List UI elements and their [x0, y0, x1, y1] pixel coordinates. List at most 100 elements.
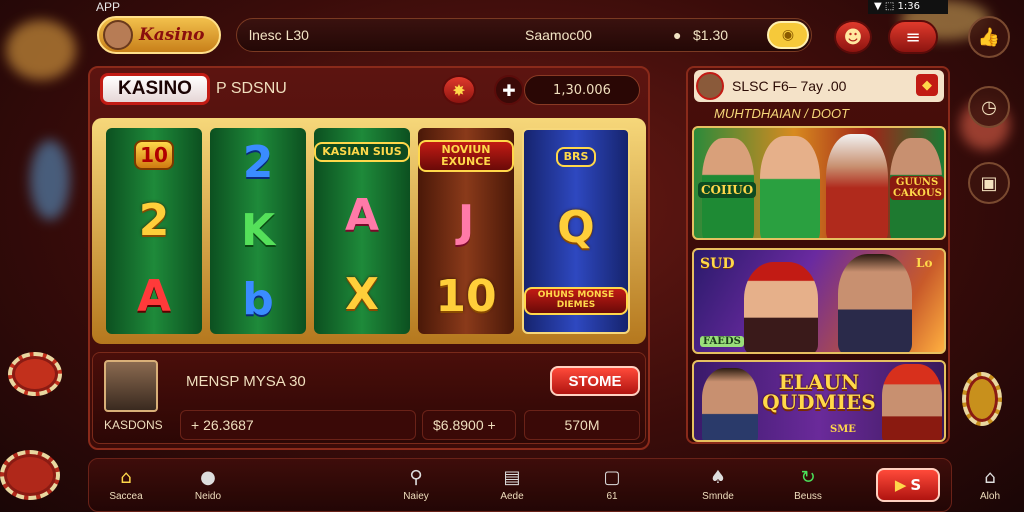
stome-button[interactable]: STOME [550, 366, 640, 396]
balance-display: 1,30.006 [524, 75, 640, 105]
topbar-left-text: lnesc L30 [249, 27, 309, 43]
brand-logo[interactable]: Kasino [97, 16, 221, 54]
card-title: ELAUN QUDMIES [762, 370, 876, 414]
value-field-right[interactable]: 570M [524, 410, 640, 440]
nav-item-aede[interactable]: ▤ Aede [482, 466, 542, 503]
user-icon[interactable]: ☻ [834, 20, 872, 54]
menu-icon[interactable]: ≡ [888, 20, 938, 54]
search-icon: ⚲ [409, 466, 423, 488]
reel-4: NOVIUN EXUNCE J 10 [418, 128, 514, 334]
status-indicators: ▼ ⬚ 1:36 [868, 0, 948, 14]
reel-5: BRS Q OHUNS MONSE DIEMES [522, 128, 630, 334]
play-button[interactable]: ▶ S [876, 468, 940, 502]
reel-2: 2 K b [210, 128, 306, 334]
reel-symbol: X [345, 269, 379, 321]
background-light-1 [6, 20, 76, 80]
house-icon: ⌂ [984, 466, 996, 488]
status-app-title: APP [96, 0, 121, 14]
nav-label: Smnde [702, 491, 734, 502]
reel-symbol: BRS [555, 147, 597, 168]
character-figure [882, 364, 942, 440]
reel-symbol: KASIAN SIUS [314, 141, 410, 163]
nav-item-beuss[interactable]: ↻ Beuss [778, 466, 838, 503]
game-card-2[interactable]: SUD Lo FAEDS [692, 248, 946, 354]
card-badge: SME [830, 424, 856, 435]
nav-item-smnde[interactable]: ♠ Smnde [688, 466, 748, 503]
reel-symbol: 2 [242, 136, 274, 188]
reel-symbol: b [242, 274, 274, 326]
side-subheader: MUHTDHAIAN / DOOT [714, 106, 850, 121]
nav-label: Aede [500, 491, 524, 502]
nav-label: Naiey [403, 491, 429, 502]
card-badge: FAEDS [700, 336, 744, 347]
reel-1: 10 2 A [106, 128, 202, 334]
reel-3: KASIAN SIUS A X [314, 128, 410, 334]
play-label: S [910, 476, 922, 494]
character-figure [702, 368, 758, 440]
character-figure [744, 262, 818, 352]
player-avatar [104, 360, 158, 412]
coin-icon[interactable]: ◉ [767, 21, 809, 49]
background-light-2 [30, 140, 70, 220]
character-figure [826, 134, 888, 238]
game-card-3[interactable]: ELAUN QUDMIES SME [692, 360, 946, 442]
value-field-left[interactable]: + 26.3687 [180, 410, 416, 440]
add-icon[interactable]: ✚ [494, 75, 524, 105]
diamond-icon[interactable]: ◆ [916, 74, 938, 96]
reel-symbol: K [240, 205, 276, 257]
clock-icon[interactable]: ◷ [968, 86, 1010, 128]
card-badge: GUUNS CAKOUS [890, 176, 944, 200]
header-avatar [696, 72, 724, 100]
nav-item-aloh[interactable]: ⌂ Aloh [960, 466, 1020, 503]
casino-icon: ♠ [709, 466, 727, 488]
reel-symbol: OHUNS MONSE DIEMES [524, 287, 628, 315]
home-icon: ⌂ [120, 466, 132, 488]
top-bar: lnesc L30 Saamoc00 ● $1.30 ◉ [236, 18, 812, 52]
logo-text: Kasino [139, 25, 205, 45]
nav-item-saccea[interactable]: ⌂ Saccea [96, 466, 156, 503]
card-badge: COIIUO [698, 182, 757, 198]
casino-chip [962, 372, 1002, 426]
reel-symbol: A [344, 190, 380, 242]
machine-subtitle: P SDSNU [216, 80, 287, 97]
reel-symbol: 2 [138, 194, 170, 246]
casino-chip [8, 352, 62, 396]
play-icon: ▶ [894, 476, 907, 494]
nav-item-naiey[interactable]: ⚲ Naiey [386, 466, 446, 503]
reel-symbol: 10 [134, 140, 174, 171]
topbar-center-text: Saamoc00 [525, 27, 592, 43]
reels-frame: 10 2 A 2 K b KASIAN SIUS A X NOVIUN EXUN… [92, 118, 646, 344]
chat-icon: ▢ [603, 466, 621, 488]
star-icon[interactable]: ✸ [442, 75, 476, 105]
card-title: SUD [700, 256, 735, 272]
player-label: KASDONS [104, 418, 163, 432]
player-name: MENSP MYSA 30 [186, 373, 306, 390]
nav-label: Saccea [109, 491, 143, 502]
topbar-right-text: $1.30 [693, 27, 729, 43]
gift-icon[interactable]: ▣ [968, 162, 1010, 204]
pin-icon: ● [673, 27, 682, 43]
machine-title: KASINO [100, 73, 210, 105]
side-panel-header: SLSC F6– 7ay .00 ◆ [694, 70, 944, 102]
character-figure [760, 136, 820, 238]
reel-symbol: NOVIUN EXUNCE [418, 139, 514, 173]
refresh-icon: ↻ [800, 466, 816, 488]
reel-symbol: A [136, 270, 172, 322]
logo-avatar [103, 20, 133, 50]
profile-icon: ● [200, 466, 216, 488]
reel-symbol: 10 [435, 271, 497, 323]
status-bar: APP ▼ ⬚ 1:36 [0, 0, 1024, 14]
game-card-1[interactable]: COIIUO GUUNS CAKOUS [692, 126, 946, 240]
nav-item-neido[interactable]: ● Neido [178, 466, 238, 503]
nav-label: Beuss [794, 491, 822, 502]
reel-symbol: J [457, 196, 475, 248]
character-figure [838, 254, 912, 352]
thumbs-up-icon[interactable]: 👍 [968, 16, 1010, 58]
nav-label: 61 [606, 491, 618, 502]
side-header-text: SLSC F6– 7ay .00 [732, 78, 847, 94]
nav-item-61[interactable]: ▢ 61 [582, 466, 642, 503]
nav-label: Aloh [979, 491, 1000, 502]
casino-chip [0, 450, 60, 500]
nav-label: Neido [194, 491, 222, 502]
value-field-mid[interactable]: $6.8900 + [422, 410, 516, 440]
